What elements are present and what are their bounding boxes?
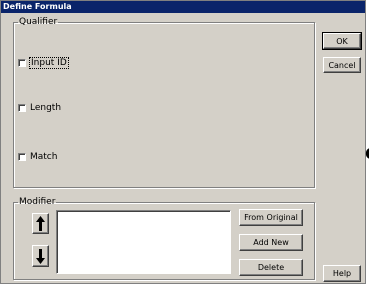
input-id-checkbox[interactable] <box>18 59 26 67</box>
ok-button[interactable]: OK <box>322 32 362 50</box>
arrow-up-icon <box>36 216 45 231</box>
define-formula-dialog: Define Formula Qualifier Input ID Length… <box>0 0 366 284</box>
length-label: Length <box>30 103 62 113</box>
move-down-button[interactable] <box>32 245 49 267</box>
match-checkbox[interactable] <box>18 153 26 161</box>
delete-button[interactable]: Delete <box>239 259 303 276</box>
match-option[interactable]: Match <box>18 152 57 162</box>
match-label: Match <box>30 152 58 162</box>
modifier-group-label: Modifier <box>19 197 56 207</box>
cancel-button[interactable]: Cancel <box>323 57 361 73</box>
qualifier-group-label: Qualifier <box>19 17 58 27</box>
length-option[interactable]: Length <box>18 103 61 113</box>
arrow-down-icon <box>36 248 45 264</box>
input-id-option[interactable]: Input ID <box>18 57 69 69</box>
from-original-button[interactable]: From Original <box>239 209 303 226</box>
move-up-button[interactable] <box>32 213 49 234</box>
input-id-label: Input ID <box>29 57 69 69</box>
add-new-button[interactable]: Add New <box>239 234 303 251</box>
background-text-fragment: e <box>365 142 369 162</box>
length-checkbox[interactable] <box>18 104 26 112</box>
title-bar: Define Formula <box>1 1 365 13</box>
help-button[interactable]: Help <box>323 265 361 282</box>
modifier-list[interactable] <box>56 210 231 274</box>
